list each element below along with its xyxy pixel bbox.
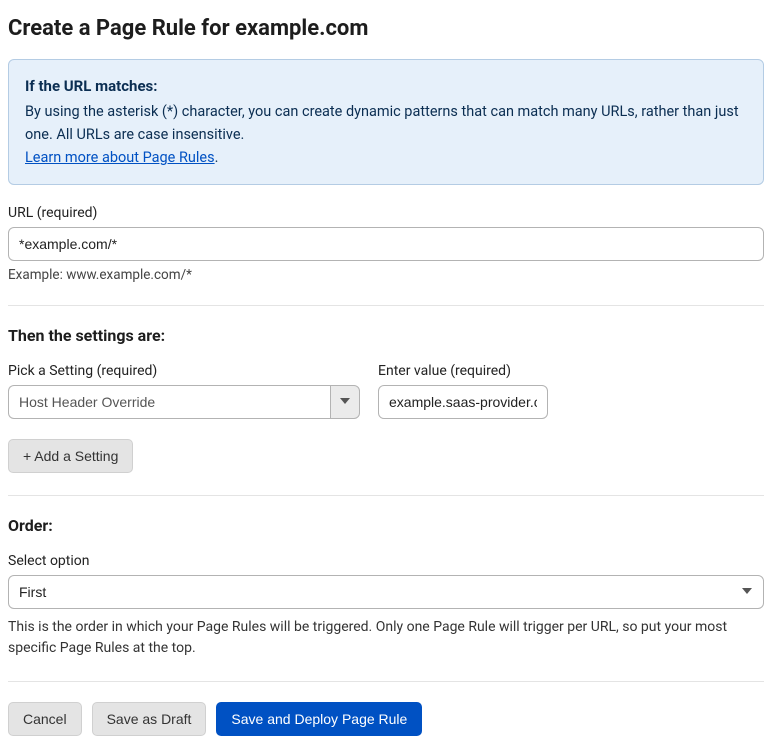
chevron-down-icon [340,394,350,410]
setting-combo-toggle[interactable] [330,385,360,419]
info-period: . [215,149,219,166]
enter-value-label: Enter value (required) [378,363,548,379]
url-label: URL (required) [8,205,764,221]
order-select-label: Select option [8,553,764,569]
divider [8,495,764,496]
url-input[interactable] [8,227,764,261]
info-banner-title: If the URL matches: [25,74,747,98]
learn-more-link[interactable]: Learn more about Page Rules [25,149,215,166]
divider [8,681,764,682]
order-select[interactable]: First [8,575,764,609]
value-input[interactable] [378,385,548,419]
cancel-button[interactable]: Cancel [8,702,82,736]
info-banner-text: By using the asterisk (*) character, you… [25,103,739,143]
setting-combo-input[interactable] [8,385,330,419]
info-banner: If the URL matches: By using the asteris… [8,59,764,185]
setting-combo[interactable] [8,385,360,419]
add-setting-button[interactable]: + Add a Setting [8,439,133,473]
save-deploy-button[interactable]: Save and Deploy Page Rule [216,702,422,736]
pick-setting-label: Pick a Setting (required) [8,363,360,379]
order-heading: Order: [8,516,764,535]
info-banner-body: By using the asterisk (*) character, you… [25,100,747,170]
page-title: Create a Page Rule for example.com [8,16,764,41]
order-help-text: This is the order in which your Page Rul… [8,617,764,659]
save-draft-button[interactable]: Save as Draft [92,702,207,736]
divider [8,305,764,306]
settings-heading: Then the settings are: [8,326,764,345]
url-example: Example: www.example.com/* [8,267,764,283]
